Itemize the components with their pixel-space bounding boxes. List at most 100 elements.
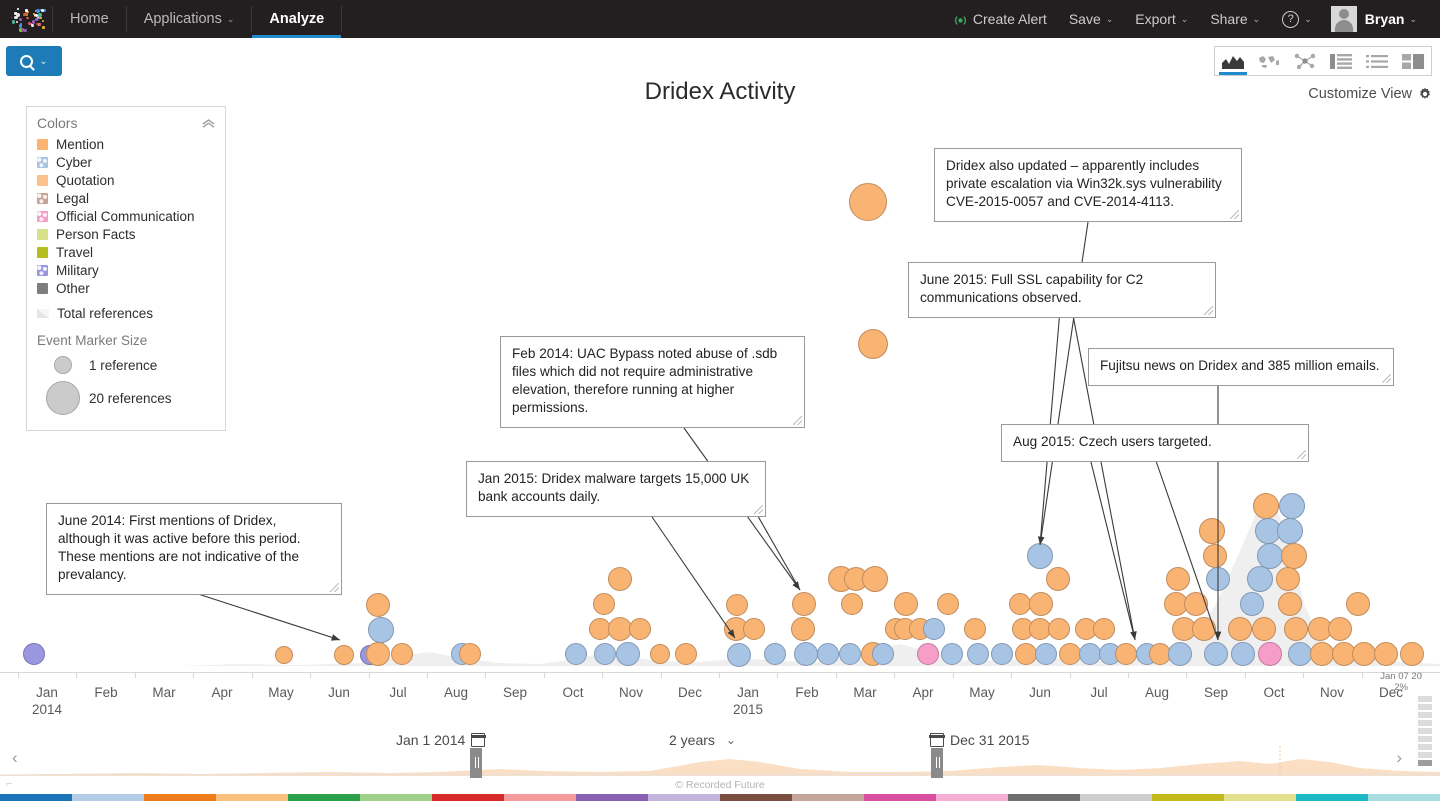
event-marker[interactable]: [616, 642, 640, 666]
event-marker[interactable]: [792, 592, 816, 616]
event-marker[interactable]: [964, 618, 986, 640]
event-marker[interactable]: [650, 644, 670, 664]
event-marker[interactable]: [1166, 567, 1190, 591]
customize-view-button[interactable]: Customize View: [1308, 86, 1432, 102]
event-marker[interactable]: [1228, 617, 1252, 641]
event-marker[interactable]: [862, 566, 888, 592]
event-marker[interactable]: [366, 593, 390, 617]
view-tiles-button[interactable]: [1395, 47, 1431, 75]
event-marker[interactable]: [1328, 617, 1352, 641]
event-marker[interactable]: [817, 643, 839, 665]
event-marker[interactable]: [1247, 566, 1273, 592]
event-marker[interactable]: [1346, 592, 1370, 616]
event-marker[interactable]: [1400, 642, 1424, 666]
range-handle-start[interactable]: [470, 748, 482, 778]
event-marker[interactable]: [1279, 493, 1305, 519]
vertical-scrollbar[interactable]: [1418, 696, 1432, 774]
view-list-detail-button[interactable]: [1323, 47, 1359, 75]
event-marker[interactable]: [941, 643, 963, 665]
event-marker[interactable]: [1258, 642, 1282, 666]
nav-item-applications[interactable]: Applications ⌄: [127, 0, 252, 38]
event-marker[interactable]: [1288, 642, 1312, 666]
event-marker[interactable]: [1035, 643, 1057, 665]
event-marker[interactable]: [1203, 544, 1227, 568]
legend-item-quotation[interactable]: Quotation: [37, 171, 215, 189]
event-marker[interactable]: [1352, 642, 1376, 666]
event-marker[interactable]: [1257, 543, 1283, 569]
event-marker[interactable]: [1168, 642, 1192, 666]
legend-item-total-references[interactable]: Total references: [37, 304, 215, 322]
nav-item-home[interactable]: Home: [53, 0, 126, 38]
create-alert-button[interactable]: Create Alert: [942, 11, 1058, 27]
event-marker[interactable]: [366, 642, 390, 666]
legend-item-other[interactable]: Other: [37, 279, 215, 297]
event-marker[interactable]: [1093, 618, 1115, 640]
event-marker[interactable]: [1009, 593, 1031, 615]
callout-feb-2014-uac[interactable]: Feb 2014: UAC Bypass noted abuse of .sdb…: [500, 336, 805, 428]
callout-fujitsu-news[interactable]: Fujitsu news on Dridex and 385 million e…: [1088, 348, 1394, 386]
event-marker[interactable]: [794, 642, 818, 666]
callout-june-2015-ssl[interactable]: June 2015: Full SSL capability for C2 co…: [908, 262, 1216, 318]
event-marker[interactable]: [1029, 592, 1053, 616]
event-marker[interactable]: [991, 643, 1013, 665]
event-marker[interactable]: [1059, 643, 1081, 665]
range-handle-end[interactable]: [931, 748, 943, 778]
event-marker[interactable]: [1184, 592, 1208, 616]
event-marker[interactable]: [923, 618, 945, 640]
save-menu[interactable]: Save ⌄: [1058, 11, 1124, 27]
event-marker[interactable]: [608, 567, 632, 591]
event-marker[interactable]: [1027, 543, 1053, 569]
event-marker[interactable]: [726, 594, 748, 616]
event-marker[interactable]: [594, 643, 616, 665]
event-marker[interactable]: [629, 618, 651, 640]
event-marker[interactable]: [593, 593, 615, 615]
event-marker[interactable]: [858, 329, 888, 359]
event-marker[interactable]: [275, 646, 293, 664]
legend-item-legal[interactable]: Legal: [37, 189, 215, 207]
event-marker[interactable]: [1252, 617, 1276, 641]
event-marker[interactable]: [764, 643, 786, 665]
event-marker[interactable]: [967, 643, 989, 665]
event-marker[interactable]: [1192, 617, 1216, 641]
event-marker[interactable]: [917, 643, 939, 665]
event-marker[interactable]: [937, 593, 959, 615]
event-marker[interactable]: [1278, 592, 1302, 616]
search-button[interactable]: ⌄: [6, 46, 62, 76]
callout-june-2014-first-mentions[interactable]: June 2014: First mentions of Dridex, alt…: [46, 503, 342, 595]
event-marker[interactable]: [391, 643, 413, 665]
event-marker[interactable]: [894, 592, 918, 616]
event-marker[interactable]: [1277, 518, 1303, 544]
range-next-button[interactable]: ›: [1396, 748, 1402, 768]
range-prev-button[interactable]: ‹: [12, 748, 18, 768]
event-marker[interactable]: [334, 645, 354, 665]
recorded-future-logo[interactable]: [0, 0, 52, 38]
view-list-button[interactable]: [1359, 47, 1395, 75]
event-marker[interactable]: [727, 643, 751, 667]
event-marker[interactable]: [791, 617, 815, 641]
event-marker[interactable]: [1046, 567, 1070, 591]
event-marker[interactable]: [1284, 617, 1308, 641]
event-marker[interactable]: [1048, 618, 1070, 640]
legend-item-official-communication[interactable]: Official Communication: [37, 207, 215, 225]
event-marker[interactable]: [1204, 642, 1228, 666]
collapse-chevron-icon[interactable]: [202, 117, 215, 130]
view-area-chart-button[interactable]: [1215, 47, 1251, 75]
event-marker[interactable]: [839, 643, 861, 665]
nav-item-analyze[interactable]: Analyze: [252, 0, 341, 38]
legend-item-cyber[interactable]: Cyber: [37, 153, 215, 171]
event-marker[interactable]: [1115, 643, 1137, 665]
event-marker[interactable]: [1240, 592, 1264, 616]
event-marker[interactable]: [1281, 543, 1307, 569]
scroll-thumb[interactable]: [1418, 760, 1432, 766]
event-marker[interactable]: [1276, 567, 1300, 591]
event-marker[interactable]: [849, 183, 887, 221]
event-marker[interactable]: [368, 617, 394, 643]
event-marker[interactable]: [1231, 642, 1255, 666]
view-map-button[interactable]: [1251, 47, 1287, 75]
event-marker[interactable]: [743, 618, 765, 640]
event-marker[interactable]: [459, 643, 481, 665]
event-marker[interactable]: [841, 593, 863, 615]
legend-item-person-facts[interactable]: Person Facts: [37, 225, 215, 243]
event-marker[interactable]: [675, 643, 697, 665]
event-marker[interactable]: [872, 643, 894, 665]
